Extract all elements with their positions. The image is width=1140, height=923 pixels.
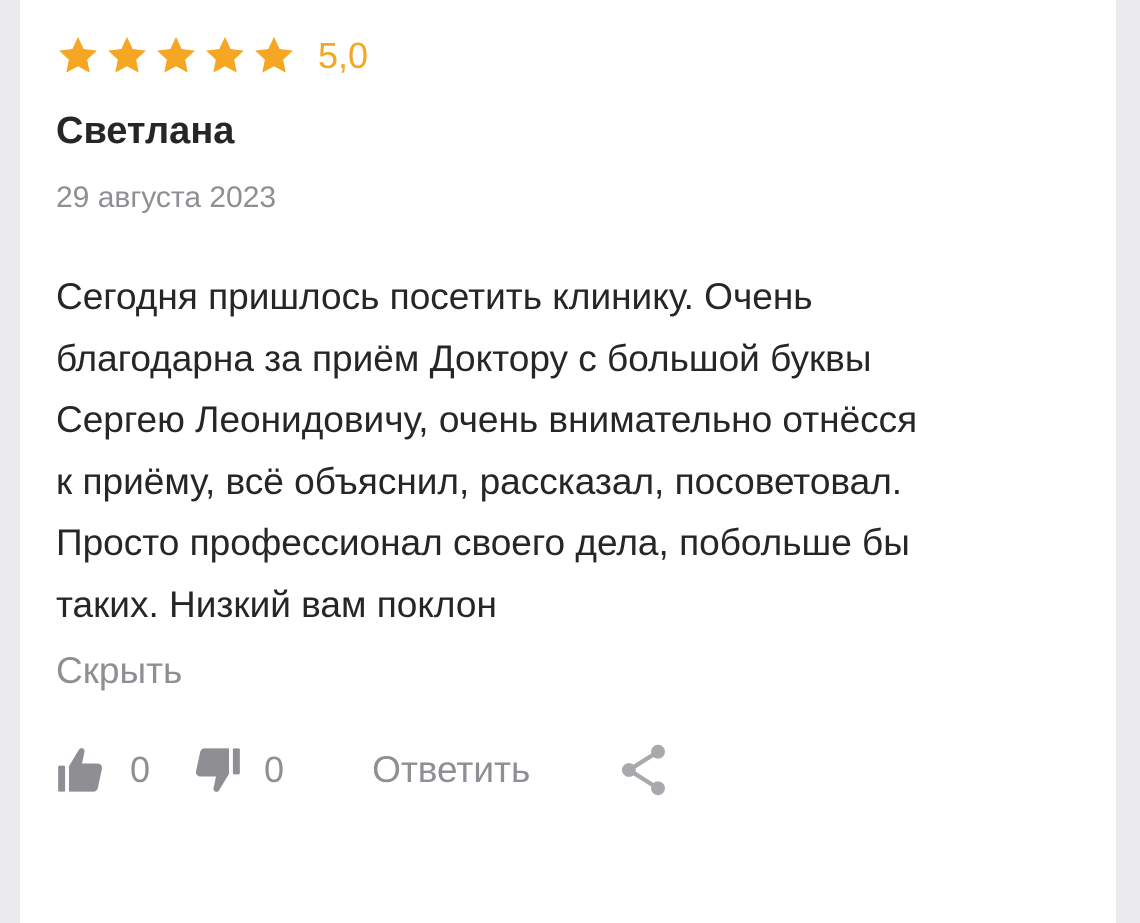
star-rating bbox=[56, 34, 296, 78]
author-name: Светлана bbox=[56, 110, 235, 152]
collapse-link[interactable]: Скрыть bbox=[56, 650, 182, 692]
review-text: Сегодня пришлось посетить клинику. Очень… bbox=[56, 276, 918, 625]
rating-value: 5,0 bbox=[318, 35, 369, 76]
star-icon bbox=[108, 36, 146, 73]
star-icon bbox=[206, 36, 244, 73]
review-date: 29 августа 2023 bbox=[56, 181, 277, 214]
review-card: 5,0 Светлана 29 августа 2023 Сегодня при… bbox=[20, 0, 1116, 923]
thumbs-up-icon bbox=[58, 748, 103, 792]
reply-button[interactable]: Ответить bbox=[372, 749, 530, 791]
review-actions: 0 0 Ответить bbox=[56, 740, 670, 800]
share-button[interactable] bbox=[618, 742, 670, 798]
share-icon bbox=[622, 744, 666, 796]
dislike-button[interactable]: 0 bbox=[190, 744, 284, 796]
dislike-count: 0 bbox=[264, 749, 285, 790]
star-icon bbox=[59, 36, 97, 73]
like-button[interactable]: 0 bbox=[56, 744, 150, 796]
star-icon bbox=[255, 36, 293, 73]
like-count: 0 bbox=[130, 749, 151, 790]
star-icon bbox=[157, 36, 195, 73]
thumbs-down-icon bbox=[195, 748, 240, 792]
rating-row: 5,0 bbox=[56, 34, 368, 78]
